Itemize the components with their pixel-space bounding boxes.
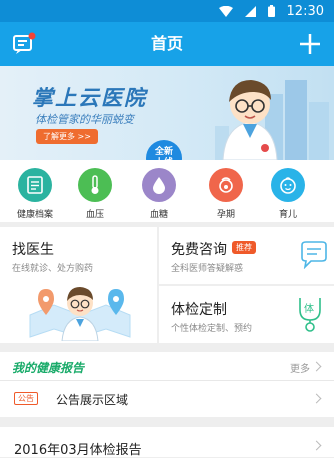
chat-bubble-icon: [301, 241, 327, 269]
notice-row[interactable]: 公告 公告展示区域: [0, 381, 334, 417]
category-blood-sugar[interactable]: 血糖: [131, 168, 187, 220]
pregnancy-icon: [209, 168, 243, 202]
thermometer-icon: [78, 168, 112, 202]
report-item-text: 2016年03月体检报告: [14, 443, 142, 458]
baby-icon: [271, 168, 305, 202]
nav-bar: 首页: [0, 22, 334, 66]
checkup-icon-text: 体: [304, 304, 314, 315]
category-parenting[interactable]: 育儿: [260, 168, 316, 220]
doctor-map-illustration: [29, 287, 131, 341]
report-list-item[interactable]: 2016年03月体检报告: [0, 427, 334, 458]
doctor-illustration: [215, 80, 329, 160]
health-report-title: 我的健康报告: [12, 361, 85, 375]
category-grid: 健康档案 血压 血糖 孕期 育儿: [0, 160, 334, 222]
find-doctor-card[interactable]: 找医生 在线就诊、处方购药: [0, 227, 157, 343]
category-label: 育儿: [278, 210, 297, 220]
status-time: 12:30: [286, 3, 324, 19]
add-icon[interactable]: [298, 32, 322, 56]
chevron-right-icon: [311, 393, 322, 404]
consult-subtitle: 全科医师答疑解惑: [171, 264, 244, 274]
more-link[interactable]: 更多: [290, 360, 310, 375]
checkup-custom-card[interactable]: 体检定制 个性体检定制、预约 体: [159, 286, 334, 343]
status-bar: 12:30: [0, 0, 334, 22]
checkup-subtitle: 个性体检定制、预约: [171, 324, 253, 334]
category-label: 血压: [85, 210, 104, 220]
banner-subtitle: 体检管家的华丽蜕变: [35, 113, 134, 126]
notice-text: 公告展示区域: [56, 393, 129, 407]
category-label: 孕期: [216, 210, 235, 220]
checkup-title: 体检定制: [171, 302, 227, 318]
new-launch-badge: 全新上线: [146, 140, 182, 160]
learn-more-button[interactable]: 了解更多 >>: [36, 129, 98, 144]
banner-title: 掌上云医院: [32, 86, 147, 110]
recommend-badge: 推荐: [232, 241, 256, 254]
category-label: 健康档案: [16, 210, 53, 220]
file-icon: [18, 168, 52, 202]
battery-icon: [267, 5, 275, 17]
category-label: 血糖: [149, 210, 168, 220]
find-doctor-subtitle: 在线就诊、处方购药: [12, 264, 94, 274]
wifi-icon: [218, 5, 233, 17]
consult-title: 免费咨询: [171, 242, 227, 258]
promo-banner[interactable]: 掌上云医院 体检管家的华丽蜕变 了解更多 >> 全新上线: [0, 66, 334, 160]
page-title: 首页: [150, 34, 183, 53]
notice-tag: 公告: [14, 392, 38, 405]
category-blood-pressure[interactable]: 血压: [67, 168, 123, 220]
drop-icon: [142, 168, 176, 202]
chevron-right-icon: [311, 361, 322, 372]
category-pregnancy[interactable]: 孕期: [198, 168, 254, 220]
chevron-right-icon: [311, 440, 322, 451]
signal-icon: [244, 5, 256, 17]
health-report-header: 我的健康报告 更多: [0, 352, 334, 381]
free-consult-card[interactable]: 免费咨询 推荐 全科医师答疑解惑: [159, 227, 334, 284]
find-doctor-title: 找医生: [12, 242, 54, 258]
category-health-record[interactable]: 健康档案: [7, 168, 63, 220]
